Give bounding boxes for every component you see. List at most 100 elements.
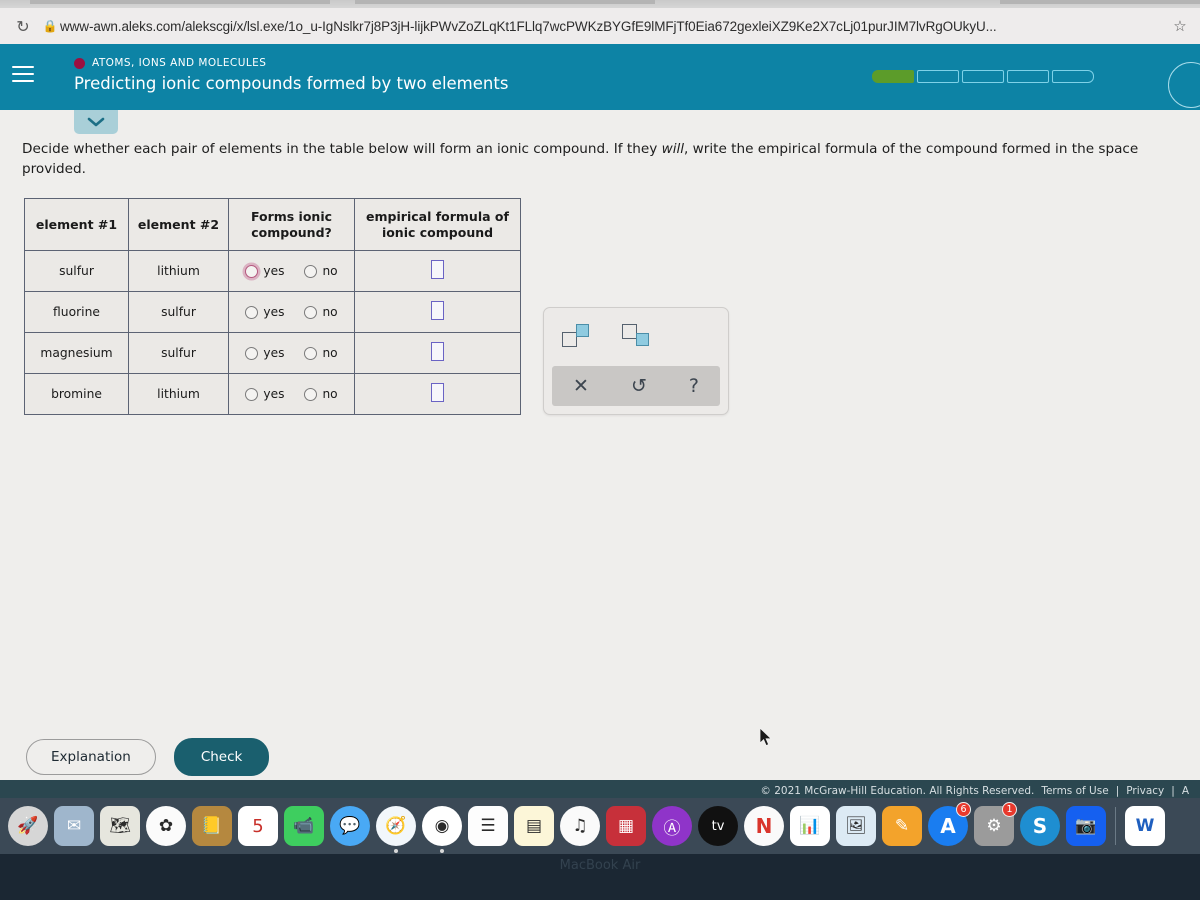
- radio-no[interactable]: no: [304, 305, 338, 320]
- instruction-emphasis: will: [661, 141, 685, 157]
- contacts-icon: 📒: [192, 806, 232, 846]
- radio-no-label: no: [322, 264, 338, 279]
- radio-yes-label: yes: [263, 387, 285, 402]
- clear-button[interactable]: ✕: [573, 376, 589, 396]
- table-row: magnesium sulfur yes no: [24, 332, 521, 375]
- undo-button[interactable]: ↺: [631, 376, 647, 396]
- radio-yes[interactable]: yes: [245, 305, 284, 319]
- subscript-icon[interactable]: [622, 324, 656, 350]
- news-icon: N: [744, 806, 784, 846]
- browser-tab-strip[interactable]: [0, 0, 1200, 8]
- explanation-button[interactable]: Explanation: [26, 739, 156, 775]
- browser-tab[interactable]: [355, 0, 655, 4]
- reminders-icon: ☰: [468, 806, 508, 846]
- maps-icon: 🗺: [100, 806, 140, 846]
- table-row: fluorine sulfur yes no: [24, 291, 521, 334]
- cell-empirical-formula: [354, 373, 521, 416]
- cell-forms-ionic: yes no: [228, 332, 355, 375]
- dock-running-indicator: [394, 849, 398, 853]
- avatar[interactable]: [1168, 62, 1200, 108]
- radio-no[interactable]: no: [304, 387, 338, 401]
- dock-item-maps[interactable]: 🗺: [98, 804, 142, 848]
- browser-tab[interactable]: [30, 0, 330, 4]
- page-title: Predicting ionic compounds formed by two…: [74, 74, 509, 93]
- action-buttons: Explanation Check: [26, 738, 270, 776]
- dock-item-photo-booth[interactable]: ▦: [604, 804, 648, 848]
- cell-element1: magnesium: [24, 332, 129, 375]
- dock-item-news[interactable]: N: [742, 804, 786, 848]
- chevron-down-icon[interactable]: [74, 110, 118, 134]
- dock-item-system-preferences[interactable]: ⚙ 1: [972, 802, 1017, 848]
- formula-input[interactable]: [431, 383, 444, 403]
- radio-yes[interactable]: yes: [245, 387, 284, 401]
- privacy-link[interactable]: Privacy: [1126, 785, 1164, 797]
- radio-yes-label: yes: [263, 346, 285, 361]
- superscript-icon[interactable]: [562, 324, 596, 350]
- dock-item-messages[interactable]: 💬: [328, 804, 372, 848]
- ionic-compound-table: element #1 element #2 Forms ionic compou…: [24, 197, 521, 416]
- dock-item-skype[interactable]: S: [1018, 804, 1062, 848]
- chrome-icon: ◉: [422, 806, 462, 846]
- progress-bar: [872, 70, 1094, 83]
- cell-empirical-formula: [354, 291, 521, 334]
- dock-badge: 6: [956, 802, 971, 817]
- radio-circle-icon: [245, 264, 259, 278]
- numbers-icon: 📊: [790, 806, 830, 846]
- dock-item-photos[interactable]: ✿: [144, 804, 188, 848]
- question-panel: Decide whether each pair of elements in …: [0, 110, 1200, 780]
- reload-icon[interactable]: ↻: [6, 17, 40, 36]
- radio-yes-label: yes: [263, 264, 285, 279]
- screen: ↻ 🔒 www-awn.aleks.com/alekscgi/x/lsl.exe…: [0, 0, 1200, 900]
- topic-label: ATOMS, IONS AND MOLECULES: [92, 57, 267, 69]
- app-header: ATOMS, IONS AND MOLECULES Predicting ion…: [0, 44, 1200, 110]
- mouse-cursor: [759, 727, 774, 752]
- radio-no[interactable]: no: [304, 264, 338, 279]
- formula-input[interactable]: [431, 260, 444, 280]
- dock-item-zoom[interactable]: 📷: [1064, 804, 1108, 848]
- dock-item-notes[interactable]: ▤: [512, 804, 556, 848]
- radio-yes[interactable]: yes: [245, 346, 284, 360]
- dock-item-app-store[interactable]: A6: [926, 802, 971, 848]
- column-header-element2: element #2: [128, 197, 229, 252]
- dock-item-reminders[interactable]: ☰: [466, 804, 510, 848]
- cell-element2: sulfur: [128, 332, 229, 375]
- dock-item-safari[interactable]: 🧭: [374, 804, 418, 853]
- dock-item-keynote[interactable]: 🖼: [834, 804, 878, 848]
- footer-separator: |: [1115, 785, 1120, 797]
- accessibility-link[interactable]: A: [1182, 785, 1189, 797]
- radio-circle-icon: [304, 387, 318, 401]
- terms-of-use-link[interactable]: Terms of Use: [1041, 785, 1108, 797]
- dock-item-microsoft-word[interactable]: W: [1123, 804, 1167, 848]
- column-header-forms-ionic: Forms ionic compound?: [228, 197, 355, 252]
- table-row: sulfur lithium yes no: [24, 250, 521, 293]
- dock-item-calendar[interactable]: 5: [236, 804, 280, 848]
- dock-item-mail-stamp[interactable]: ✉: [52, 804, 96, 848]
- cell-element2: sulfur: [128, 291, 229, 334]
- desktop-background: MacBook Air: [0, 854, 1200, 900]
- cell-element1: sulfur: [24, 250, 129, 293]
- cell-element2: lithium: [128, 250, 229, 293]
- url-text[interactable]: www-awn.aleks.com/alekscgi/x/lsl.exe/1o_…: [60, 19, 1160, 34]
- cell-forms-ionic: yes no: [228, 373, 355, 416]
- dock-item-contacts[interactable]: 📒: [190, 804, 234, 848]
- column-header-element1: element #1: [24, 197, 129, 252]
- check-button[interactable]: Check: [173, 738, 270, 776]
- dock-item-music[interactable]: ♫: [558, 804, 602, 848]
- help-button[interactable]: ?: [689, 376, 699, 396]
- dock-item-podcasts[interactable]: Ⓐ: [650, 804, 694, 848]
- dock-item-numbers[interactable]: 📊: [788, 804, 832, 848]
- dock-item-apple-tv[interactable]: tv: [696, 804, 740, 848]
- radio-no[interactable]: no: [304, 346, 338, 360]
- dock-item-chrome[interactable]: ◉: [420, 804, 464, 853]
- radio-yes[interactable]: yes: [245, 264, 284, 278]
- star-icon[interactable]: ☆: [1160, 17, 1200, 35]
- dock-item-facetime[interactable]: 📹: [282, 804, 326, 848]
- dock-item-launchpad[interactable]: 🚀: [6, 804, 50, 848]
- formula-input[interactable]: [431, 301, 444, 321]
- browser-tab[interactable]: [1000, 0, 1200, 4]
- launchpad-icon: 🚀: [8, 806, 48, 846]
- hamburger-menu-icon[interactable]: [12, 66, 34, 87]
- dock-item-pages[interactable]: ✎: [880, 804, 924, 848]
- formula-input[interactable]: [431, 342, 444, 362]
- radio-no-label: no: [322, 305, 338, 320]
